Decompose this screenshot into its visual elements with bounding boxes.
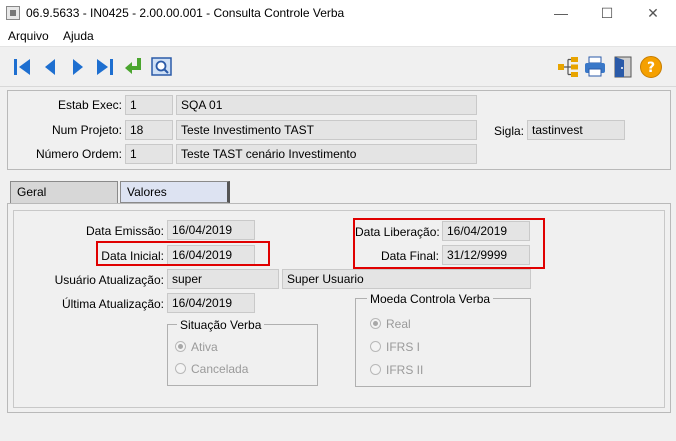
radio-ifrs-1-label: IFRS I — [386, 340, 421, 354]
projeto-label: Num Projeto: — [51, 123, 122, 137]
emissao-label: Data Emissão: — [85, 224, 164, 238]
highlight-data-inicial — [96, 241, 270, 266]
menu-arquivo[interactable]: Arquivo — [8, 29, 49, 43]
menu-bar — [0, 26, 676, 47]
svg-text:?: ? — [647, 60, 655, 76]
radio-ativa-label: Ativa — [191, 340, 218, 354]
estab-label: Estab Exec: — [57, 98, 122, 112]
sigla-label: Sigla: — [493, 124, 524, 138]
moeda-group — [355, 298, 531, 387]
menu-ajuda[interactable]: Ajuda — [63, 29, 94, 43]
emissao-field[interactable]: 16/04/2019 — [167, 220, 255, 240]
ordem-name-field[interactable]: Teste TAST cenário Investimento — [176, 144, 477, 164]
radio-real-label: Real — [386, 317, 411, 331]
radio-ifrs-1[interactable] — [370, 341, 381, 352]
minimize-button[interactable]: — — [538, 0, 584, 26]
projeto-name-field[interactable]: Teste Investimento TAST — [176, 120, 477, 140]
usuario-name-field[interactable]: Super Usuario — [282, 269, 531, 289]
ultima-label: Última Atualização: — [61, 297, 164, 311]
radio-cancelada-label: Cancelada — [191, 362, 249, 376]
help-icon[interactable]: ? — [638, 54, 664, 80]
window-title: 06.9.5633 - IN0425 - 2.00.00.001 - Consu… — [26, 6, 345, 20]
tab-geral[interactable]: Geral — [10, 181, 118, 203]
hierarchy-icon[interactable] — [555, 54, 581, 80]
estab-name-field[interactable]: SQA 01 — [176, 95, 477, 115]
last-record-icon[interactable] — [92, 54, 118, 80]
tab-valores[interactable]: Valores — [120, 181, 230, 203]
maximize-button[interactable]: ☐ — [584, 0, 630, 26]
goto-return-icon[interactable] — [121, 54, 147, 80]
ultima-field[interactable]: 16/04/2019 — [167, 293, 255, 313]
radio-real[interactable] — [370, 318, 381, 329]
ordem-code-field[interactable]: 1 — [125, 144, 173, 164]
radio-ativa[interactable] — [175, 341, 186, 352]
moeda-group-title: Moeda Controla Verba — [367, 292, 494, 306]
projeto-code-field[interactable]: 18 — [125, 120, 173, 140]
print-icon[interactable] — [582, 54, 608, 80]
situacao-verba-title: Situação Verba — [177, 318, 265, 332]
ordem-label: Número Ordem: — [35, 147, 122, 161]
zoom-search-icon[interactable] — [149, 54, 175, 80]
highlight-liberacao-final — [353, 218, 545, 269]
usuario-label: Usuário Atualização: — [54, 273, 164, 287]
exit-door-icon[interactable] — [610, 54, 636, 80]
next-record-icon[interactable] — [65, 54, 91, 80]
previous-record-icon[interactable] — [37, 54, 63, 80]
usuario-field[interactable]: super — [167, 269, 279, 289]
radio-cancelada[interactable] — [175, 363, 186, 374]
app-icon — [6, 6, 20, 20]
first-record-icon[interactable] — [9, 54, 35, 80]
close-button[interactable]: ✕ — [630, 0, 676, 26]
radio-ifrs-2-label: IFRS II — [386, 363, 424, 377]
situacao-verba-group — [167, 324, 318, 386]
radio-ifrs-2[interactable] — [370, 364, 381, 375]
sigla-field[interactable]: tastinvest — [527, 120, 625, 140]
estab-code-field[interactable]: 1 — [125, 95, 173, 115]
